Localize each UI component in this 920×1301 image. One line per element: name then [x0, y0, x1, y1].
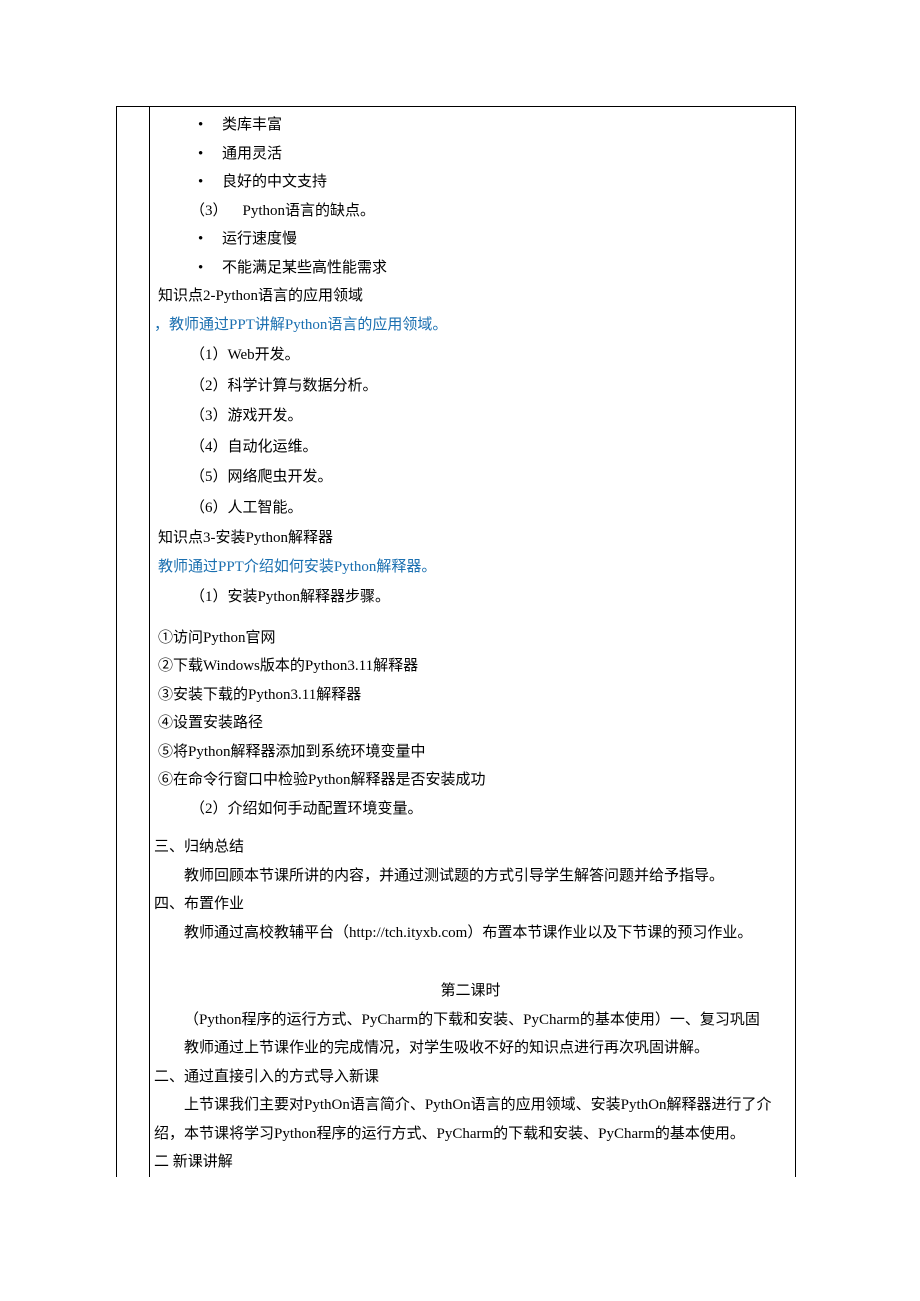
lesson2-body1: 教师通过上节课作业的完成情况，对学生吸收不好的知识点进行再次巩固讲解。: [154, 1034, 787, 1063]
knowledge2-title: 知识点2-Python语言的应用领域: [154, 282, 787, 311]
knowledge3-title: 知识点3-安装Python解释器: [154, 524, 787, 553]
knowledge2-note: ，教师通过PPT讲解Python语言的应用领域。: [154, 311, 787, 340]
content-table: •类库丰富 •通用灵活 •良好的中文支持 （3） Python语言的缺点。 •运…: [116, 106, 796, 1177]
bullet-dot-icon: •: [198, 111, 222, 140]
install-intro: （1）安装Python解释器步骤。: [154, 583, 787, 612]
app-field-item: （4）自动化运维。: [154, 433, 787, 462]
install-step: ③安装下载的Python3.11解释器: [154, 681, 787, 710]
cons-heading-num: （3）: [190, 203, 228, 219]
section4-body: 教师通过高校教辅平台（http://tch.ityxb.com）布置本节课作业以…: [154, 919, 787, 948]
section3-body: 教师回顾本节课所讲的内容，并通过测试题的方式引导学生解答问题并给予指导。: [154, 862, 787, 891]
bullet-dot-icon: •: [198, 140, 222, 169]
install-step: ①访问Python官网: [154, 624, 787, 653]
bullet-item: •不能满足某些高性能需求: [154, 254, 787, 283]
knowledge3-note: 教师通过PPT介绍如何安装Python解释器。: [154, 553, 787, 582]
bullet-text: 不能满足某些高性能需求: [222, 260, 387, 276]
install-step: ②下载Windows版本的Python3.11解释器: [154, 652, 787, 681]
bullet-text: 通用灵活: [222, 146, 282, 162]
document-page: •类库丰富 •通用灵活 •良好的中文支持 （3） Python语言的缺点。 •运…: [0, 0, 920, 1301]
section4-title: 四、布置作业: [154, 890, 787, 919]
bullet-item: •运行速度慢: [154, 225, 787, 254]
app-field-item: （6）人工智能。: [154, 494, 787, 523]
app-field-item: （5）网络爬虫开发。: [154, 463, 787, 492]
cons-heading: （3） Python语言的缺点。: [154, 197, 787, 226]
app-field-item: （2）科学计算与数据分析。: [154, 372, 787, 401]
bullet-dot-icon: •: [198, 168, 222, 197]
lesson2-subtitle: （Python程序的运行方式、PyCharm的下载和安装、PyCharm的基本使…: [154, 1006, 787, 1035]
lesson2-sec2-title: 二、通过直接引入的方式导入新课: [154, 1063, 787, 1092]
left-column: [117, 107, 150, 1177]
lesson2-sec2-body: 上节课我们主要对PythOn语言简介、PythOn语言的应用领域、安装PythO…: [154, 1091, 787, 1148]
bullet-text: 类库丰富: [222, 117, 282, 133]
bullet-item: •类库丰富: [154, 111, 787, 140]
lesson2-title: 第二课时: [154, 977, 787, 1006]
install-step: ⑥在命令行窗口中检验Python解释器是否安装成功: [154, 766, 787, 795]
right-column: •类库丰富 •通用灵活 •良好的中文支持 （3） Python语言的缺点。 •运…: [150, 107, 795, 1177]
install-step: ④设置安装路径: [154, 709, 787, 738]
bullet-item: •良好的中文支持: [154, 168, 787, 197]
lesson2-truncated: 二 新课讲解: [154, 1148, 787, 1177]
install-step: ⑤将Python解释器添加到系统环境变量中: [154, 738, 787, 767]
app-field-item: （3）游戏开发。: [154, 402, 787, 431]
install-step2: （2）介绍如何手动配置环境变量。: [154, 795, 787, 824]
section3-title: 三、归纳总结: [154, 833, 787, 862]
bullet-text: 良好的中文支持: [222, 174, 327, 190]
bullet-item: •通用灵活: [154, 140, 787, 169]
cons-heading-text: Python语言的缺点。: [243, 203, 376, 219]
bullet-dot-icon: •: [198, 225, 222, 254]
bullet-dot-icon: •: [198, 254, 222, 283]
bullet-text: 运行速度慢: [222, 231, 297, 247]
app-field-item: （1）Web开发。: [154, 341, 787, 370]
